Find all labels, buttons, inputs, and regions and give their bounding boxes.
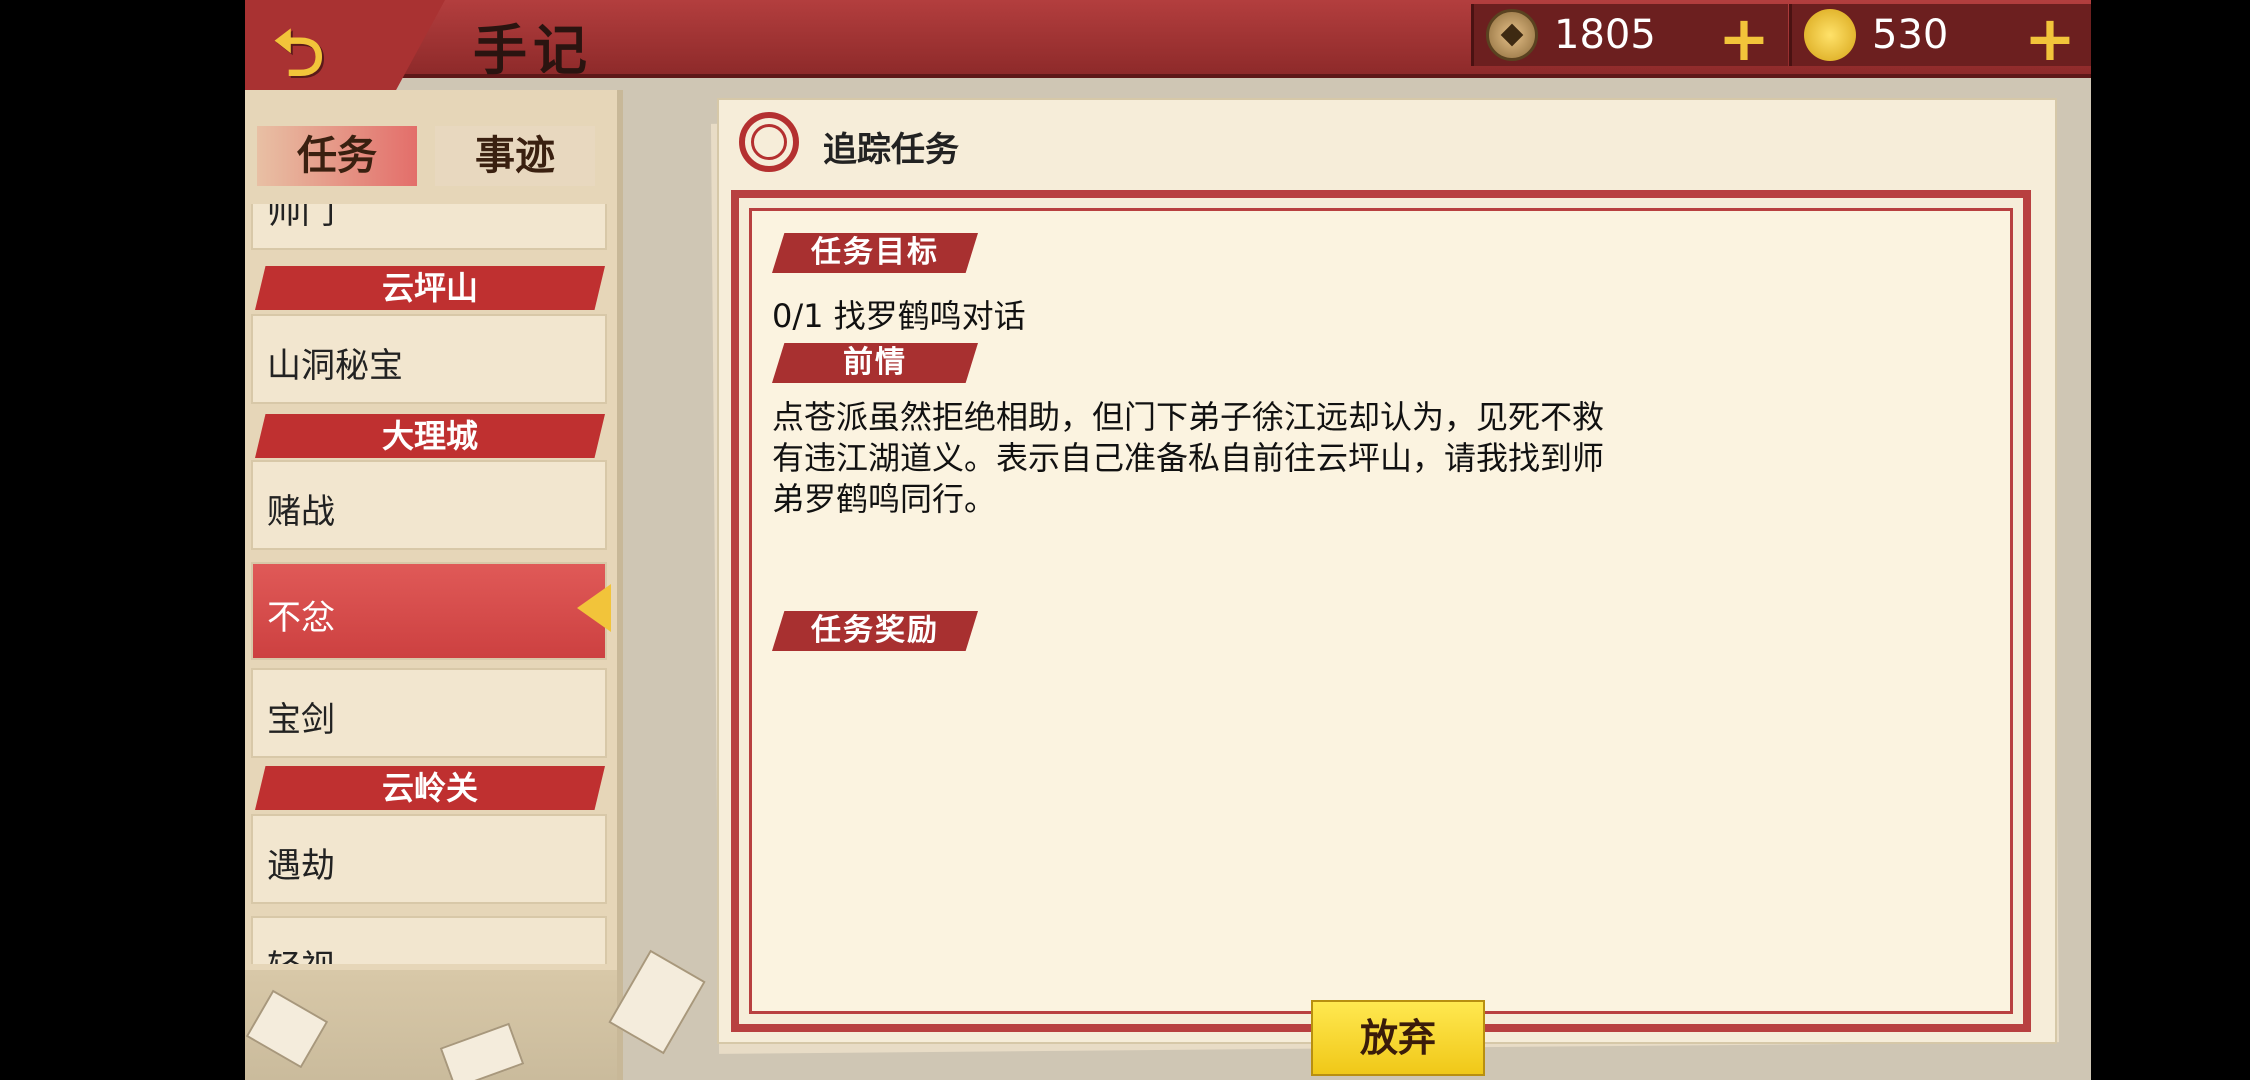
quest-content: 任务目标 0/1 找罗鹤鸣对话 前情 点苍派虽然拒绝相助，但门下弟子徐江远却认为… [749,208,2013,1014]
background-text: 点苍派虽然拒绝相助，但门下弟子徐江远却认为，见死不救有违江湖道义。表示自己准备私… [772,398,1605,518]
game-screen: ⮌ 手记 1805 + 530 + 任务 事迹 帅门 云坪山 山洞秘宝 大理城 [245,0,2091,1080]
list-item[interactable]: 山洞秘宝 [251,314,607,404]
list-item-label: 山洞秘宝 [267,346,403,386]
region-header: 云岭关 [255,766,605,810]
copper-value: 1805 [1554,12,1656,58]
scattered-paper-icon [608,949,706,1055]
scattered-paper-icon [245,989,329,1069]
list-item-label: 轻视 [267,940,335,964]
add-gold-button[interactable]: + [2024,2,2076,75]
card-header: 追踪任务 [719,100,2055,188]
region-header: 云坪山 [255,266,605,310]
abandon-button[interactable]: 放弃 [1311,1000,1485,1076]
list-item-selected[interactable]: 不忿 [251,562,611,660]
scattered-paper-icon [439,1022,525,1080]
objective-text: 0/1 找罗鹤鸣对话 [772,297,1026,335]
list-item-label: 宝剑 [267,700,335,740]
gold-value: 530 [1872,12,1949,58]
gold-ingot-icon [1804,9,1856,61]
list-item[interactable]: 轻视 [251,916,607,964]
gold-currency: 530 + [1789,2,2091,75]
tab-deeds[interactable]: 事迹 [435,126,595,186]
list-item[interactable]: 帅门 [251,204,607,250]
quest-list[interactable]: 帅门 云坪山 山洞秘宝 大理城 赌战 不忿 宝剑 云岭关 遇劫 轻视 [245,204,617,964]
list-item-label: 帅门 [267,204,335,232]
list-item-label: 遇劫 [267,846,335,886]
quest-detail-card: 追踪任务 任务目标 0/1 找罗鹤鸣对话 前情 点苍派虽然拒绝相助，但门下弟子徐… [717,98,2057,1076]
list-item[interactable]: 遇劫 [251,814,607,904]
reward-ribbon: 任务奖励 [772,611,978,651]
back-button[interactable]: ⮌ [245,0,445,92]
list-item[interactable]: 宝剑 [251,668,607,758]
background-ribbon: 前情 [772,343,978,383]
list-item-label: 赌战 [267,492,335,532]
selected-arrow-icon [577,584,611,632]
tracking-title: 追踪任务 [823,130,959,170]
list-item[interactable]: 赌战 [251,460,607,550]
objective-ribbon: 任务目标 [772,233,978,273]
quest-frame: 任务目标 0/1 找罗鹤鸣对话 前情 点苍派虽然拒绝相助，但门下弟子徐江远却认为… [731,190,2031,1032]
panel-footer-decoration [245,949,706,1080]
list-item-label: 不忿 [267,598,335,638]
tab-tasks[interactable]: 任务 [257,126,417,186]
add-copper-button[interactable]: + [1718,2,1770,75]
page-title: 手记 [473,18,593,82]
top-bar: ⮌ 手记 1805 + 530 + [245,0,2091,92]
region-header: 大理城 [255,414,605,458]
tracking-circle-icon[interactable] [739,112,799,172]
quest-list-panel: 任务 事迹 帅门 云坪山 山洞秘宝 大理城 赌战 不忿 宝剑 云岭关 遇劫 [245,90,706,1080]
copper-currency: 1805 + [1471,2,1788,75]
copper-coin-icon [1486,9,1538,61]
